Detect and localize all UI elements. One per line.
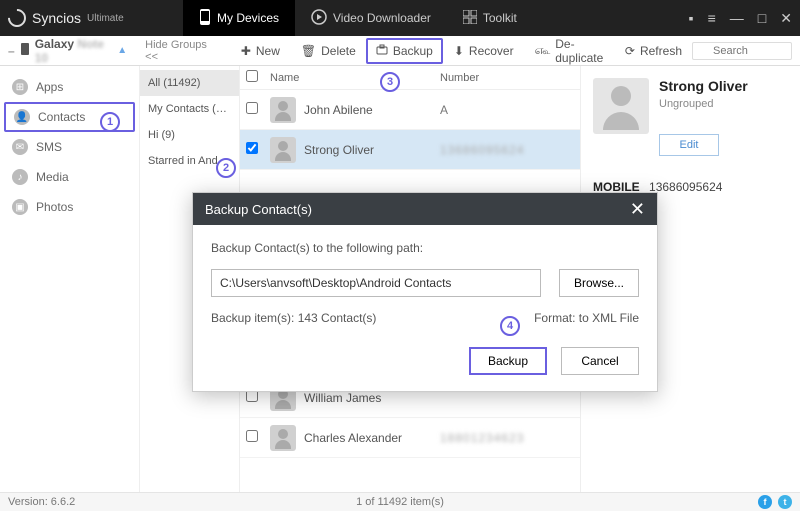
select-all-checkbox[interactable] bbox=[246, 70, 258, 82]
contacts-icon: 👤 bbox=[14, 109, 30, 125]
sidebar-item-media[interactable]: ♪Media bbox=[0, 162, 139, 192]
table-row[interactable]: Charles Alexander 18801234623 bbox=[240, 418, 580, 458]
plus-icon: ✚ bbox=[241, 44, 251, 58]
delete-button[interactable]: 🗑Delete bbox=[290, 36, 366, 65]
backup-items-label: Backup item(s): 143 Contact(s) bbox=[211, 311, 376, 325]
dialog-instruction: Backup Contact(s) to the following path: bbox=[211, 241, 639, 255]
col-number[interactable]: Number bbox=[434, 72, 580, 84]
backup-button[interactable]: Backup bbox=[366, 38, 443, 64]
app-edition: Ultimate bbox=[87, 13, 124, 24]
avatar-icon bbox=[270, 97, 296, 123]
annotation-4: 4 bbox=[500, 316, 520, 336]
table-row[interactable]: John Abilene A bbox=[240, 90, 580, 130]
list-header: Name Number bbox=[240, 66, 580, 90]
dialog-titlebar: Backup Contact(s) ✕ bbox=[193, 193, 657, 225]
app-logo: Syncios Ultimate bbox=[8, 9, 183, 27]
device-toolbar: – Galaxy Note 10 ▲ Hide Groups << ✚New 🗑… bbox=[0, 36, 800, 66]
facebook-icon[interactable]: f bbox=[758, 495, 772, 509]
maximize-icon[interactable]: □ bbox=[758, 10, 766, 27]
dialog-title: Backup Contact(s) bbox=[205, 202, 312, 217]
media-icon: ♪ bbox=[12, 169, 28, 185]
row-checkbox[interactable] bbox=[246, 430, 258, 442]
deduplicate-button[interactable]: ௷De-duplicate bbox=[524, 36, 614, 65]
avatar-icon bbox=[270, 137, 296, 163]
phone-small-icon bbox=[21, 43, 29, 58]
backup-dialog: Backup Contact(s) ✕ Backup Contact(s) to… bbox=[192, 192, 658, 392]
twitter-icon[interactable]: t bbox=[778, 495, 792, 509]
annotation-2: 2 bbox=[216, 158, 236, 178]
action-toolbar: ✚New 🗑Delete Backup ⬇Recover ௷De-duplica… bbox=[230, 36, 692, 65]
menu-icon[interactable]: ≡ bbox=[708, 10, 716, 27]
tab-my-devices[interactable]: My Devices bbox=[183, 0, 295, 36]
app-name: Syncios bbox=[32, 10, 81, 26]
mobile-value: 13686095624 bbox=[649, 180, 722, 194]
refresh-button[interactable]: ⟳Refresh bbox=[614, 36, 692, 65]
item-count: 1 of 11492 item(s) bbox=[356, 496, 444, 508]
browse-button[interactable]: Browse... bbox=[559, 269, 639, 297]
dialog-backup-button[interactable]: Backup bbox=[469, 347, 547, 375]
detail-avatar bbox=[593, 78, 649, 134]
social-links: f t bbox=[758, 495, 792, 509]
device-name: Galaxy Note 10 bbox=[35, 37, 112, 65]
row-checkbox[interactable] bbox=[246, 142, 258, 154]
annotation-1: 1 bbox=[100, 112, 120, 132]
backup-path-input[interactable] bbox=[211, 269, 541, 297]
dialog-cancel-button[interactable]: Cancel bbox=[561, 347, 639, 375]
window-controls: ▪ ≡ — □ ✕ bbox=[689, 10, 792, 27]
tab-label: Video Downloader bbox=[333, 11, 431, 25]
titlebar: Syncios Ultimate My Devices Video Downlo… bbox=[0, 0, 800, 36]
tab-video-downloader[interactable]: Video Downloader bbox=[295, 0, 447, 36]
edit-button[interactable]: Edit bbox=[659, 134, 719, 156]
download-icon: ⬇ bbox=[454, 44, 464, 58]
dialog-body: Backup Contact(s) to the following path:… bbox=[193, 225, 657, 391]
minimize-icon[interactable]: — bbox=[730, 10, 744, 27]
group-hi[interactable]: Hi (9) bbox=[140, 122, 239, 148]
version-label: Version: 6.6.2 bbox=[8, 496, 75, 508]
backup-format-label: Format: to XML File bbox=[534, 311, 639, 325]
sidebar-item-photos[interactable]: ▣Photos bbox=[0, 192, 139, 222]
refresh-icon: ⟳ bbox=[625, 44, 635, 58]
close-icon[interactable]: ✕ bbox=[780, 10, 792, 27]
left-sidebar: ⊞Apps 👤Contacts ✉SMS ♪Media ▣Photos bbox=[0, 66, 140, 492]
backup-icon bbox=[376, 44, 388, 59]
sms-icon: ✉ bbox=[12, 139, 28, 155]
eject-icon[interactable]: ▲ bbox=[117, 45, 127, 56]
search-box[interactable] bbox=[692, 42, 792, 60]
recover-button[interactable]: ⬇Recover bbox=[443, 36, 524, 65]
new-button[interactable]: ✚New bbox=[230, 36, 290, 65]
syncios-logo-icon bbox=[4, 5, 29, 30]
photos-icon: ▣ bbox=[12, 199, 28, 215]
group-all[interactable]: All (11492) bbox=[140, 70, 239, 96]
annotation-3: 3 bbox=[380, 72, 400, 92]
hide-groups-toggle[interactable]: Hide Groups << bbox=[135, 39, 230, 63]
row-checkbox[interactable] bbox=[246, 102, 258, 114]
search-input[interactable] bbox=[692, 42, 792, 60]
top-tabs: My Devices Video Downloader Toolkit bbox=[183, 0, 533, 36]
grid-icon bbox=[463, 10, 477, 27]
play-icon bbox=[311, 9, 327, 28]
avatar-icon bbox=[270, 425, 296, 451]
status-bar: Version: 6.6.2 1 of 11492 item(s) f t bbox=[0, 492, 800, 511]
device-selector[interactable]: – Galaxy Note 10 ▲ bbox=[0, 37, 135, 65]
phone-icon bbox=[199, 9, 211, 28]
dedup-icon: ௷ bbox=[535, 43, 551, 59]
sidebar-item-sms[interactable]: ✉SMS bbox=[0, 132, 139, 162]
sidebar-item-apps[interactable]: ⊞Apps bbox=[0, 72, 139, 102]
feedback-icon[interactable]: ▪ bbox=[689, 10, 694, 27]
col-name[interactable]: Name bbox=[264, 72, 434, 84]
tab-toolkit[interactable]: Toolkit bbox=[447, 0, 533, 36]
apps-icon: ⊞ bbox=[12, 79, 28, 95]
dialog-close-icon[interactable]: ✕ bbox=[630, 199, 645, 220]
table-row[interactable]: Strong Oliver 13686095624 bbox=[240, 130, 580, 170]
tab-label: Toolkit bbox=[483, 11, 517, 25]
group-my-contacts[interactable]: My Contacts (6835) bbox=[140, 96, 239, 122]
tab-label: My Devices bbox=[217, 11, 279, 25]
trash-icon: 🗑 bbox=[301, 44, 316, 58]
